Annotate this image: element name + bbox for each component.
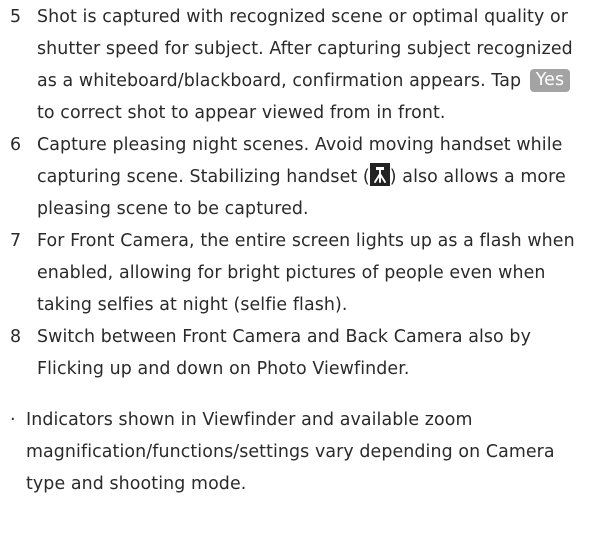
yes-button-label: Yes: [529, 69, 571, 92]
item-text: Switch between Front Camera and Back Cam…: [37, 327, 531, 379]
item-number: 6: [10, 135, 22, 155]
item-number: 7: [10, 231, 22, 251]
item-text-start: Shot is captured with recognized scene o…: [37, 7, 573, 91]
note-bullet: ·: [10, 410, 16, 430]
list-item-7: 7 For Front Camera, the entire screen li…: [0, 225, 591, 321]
document-body: 5 Shot is captured with recognized scene…: [0, 1, 591, 500]
item-number: 8: [10, 327, 22, 347]
item-text: For Front Camera, the entire screen ligh…: [37, 231, 575, 315]
tripod-icon: [369, 163, 390, 186]
item-number: 5: [10, 7, 22, 27]
list-item-5: 5 Shot is captured with recognized scene…: [0, 1, 591, 129]
list-item-6: 6 Capture pleasing night scenes. Avoid m…: [0, 129, 591, 225]
note: · Indicators shown in Viewfinder and ava…: [0, 404, 591, 500]
item-text-end: to correct shot to appear viewed from in…: [37, 103, 446, 123]
item-text: Shot is captured with recognized scene o…: [37, 1, 591, 129]
note-text: Indicators shown in Viewfinder and avail…: [26, 410, 555, 494]
item-text: Capture pleasing night scenes. Avoid mov…: [37, 129, 591, 225]
list-item-8: 8 Switch between Front Camera and Back C…: [0, 321, 591, 385]
